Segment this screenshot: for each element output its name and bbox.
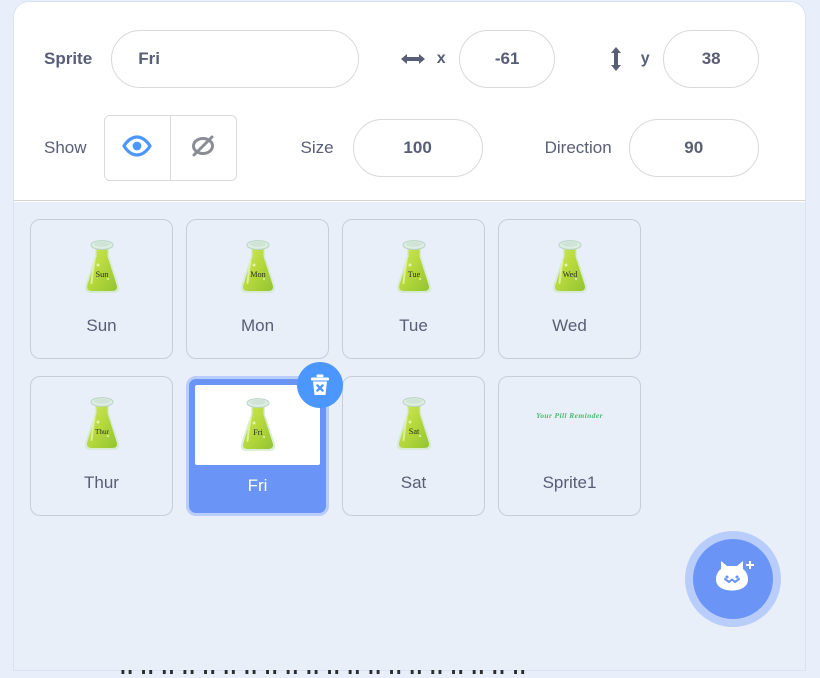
sprite-selector: Sun Sun Mon Mon (14, 202, 805, 670)
sprite-thumbnail: Sat (343, 377, 484, 470)
sprite-tile-thur[interactable]: Thur Thur (30, 376, 173, 516)
x-coordinate-value: -61 (495, 49, 520, 69)
show-hidden-button[interactable] (170, 116, 236, 180)
sprite-name-label: Sprite (44, 49, 92, 69)
svg-text:Mon: Mon (250, 270, 265, 279)
direction-value: 90 (684, 138, 703, 158)
green-bottle-icon: Mon (230, 234, 286, 300)
sprite-grid: Sun Sun Mon Mon (30, 219, 789, 516)
sprite-tile-fri[interactable]: Fri Fri (186, 376, 329, 516)
cut-off-text: n n n n n n n n n n n n n n n n n n n n (120, 670, 526, 678)
green-bottle-icon: Wed (542, 234, 598, 300)
sprite-info-row-position: Sprite Fri x -61 (14, 30, 805, 88)
sprite-name-value: Fri (138, 49, 160, 69)
green-bottle-icon: Tue (386, 234, 442, 300)
eye-closed-icon (188, 134, 218, 163)
show-label: Show (44, 138, 87, 158)
cat-plus-icon (709, 555, 757, 604)
green-bottle-icon: Thur (74, 391, 130, 457)
sprite-tile-mon[interactable]: Mon Mon (186, 219, 329, 359)
show-visible-button[interactable] (105, 116, 170, 180)
sprite-thumbnail: Sun (31, 220, 172, 313)
sprite-thumbnail: Thur (31, 377, 172, 470)
eye-open-icon (122, 135, 152, 162)
svg-text:Thur: Thur (95, 428, 110, 436)
cut-off-bottom-text: n n n n n n n n n n n n n n n n n n n n (0, 670, 820, 678)
text-sprite-content: Your Pill Reminder (536, 411, 603, 420)
green-bottle-icon: Sat (386, 391, 442, 457)
svg-text:Sat: Sat (408, 427, 419, 436)
sprite-tile-sun[interactable]: Sun Sun (30, 219, 173, 359)
sprite-tile-label: Sprite1 (543, 474, 597, 491)
sprite-tile-label: Thur (84, 474, 119, 491)
sprite-tile-sat[interactable]: Sat Sat (342, 376, 485, 516)
svg-text:Wed: Wed (562, 270, 577, 279)
sprite-thumbnail: Tue (343, 220, 484, 313)
y-axis-label: y (638, 50, 652, 68)
sprite-tile-sprite1[interactable]: Your Pill Reminder Sprite1 (498, 376, 641, 516)
trash-delete-icon (307, 372, 333, 398)
size-label: Size (301, 138, 334, 158)
x-axis-label: x (434, 50, 448, 68)
vertical-arrows-icon (603, 46, 629, 72)
sprite-tile-label: Mon (241, 317, 274, 334)
svg-text:Fri: Fri (253, 428, 263, 437)
sprite-pane: Sprite Fri x -61 (13, 1, 806, 671)
add-sprite-button[interactable] (685, 531, 781, 627)
sprite-info-row-appearance: Show (14, 115, 805, 181)
sprite-tile-label: Wed (552, 317, 587, 334)
green-bottle-icon: Fri (230, 392, 286, 458)
horizontal-arrows-icon (400, 46, 426, 72)
delete-sprite-badge[interactable] (297, 362, 343, 408)
direction-label: Direction (545, 138, 612, 158)
sprite-thumbnail: Wed (499, 220, 640, 313)
sprite-tile-wed[interactable]: Wed Wed (498, 219, 641, 359)
green-bottle-icon: Sun (74, 234, 130, 300)
y-coordinate-value: 38 (702, 49, 721, 69)
svg-text:Tue: Tue (407, 270, 420, 279)
sprite-tile-tue[interactable]: Tue Tue (342, 219, 485, 359)
show-toggle-group (104, 115, 237, 181)
svg-text:Sun: Sun (95, 270, 108, 279)
sprite-thumbnail: Mon (187, 220, 328, 313)
sprite-tile-label: Tue (399, 317, 428, 334)
add-sprite-button-inner (693, 539, 773, 619)
sprite-tile-label: Sat (401, 474, 427, 491)
sprite-tile-label: Fri (248, 477, 268, 494)
x-coordinate-input[interactable]: -61 (459, 30, 555, 88)
sprite-tile-label: Sun (86, 317, 116, 334)
size-value: 100 (403, 138, 431, 158)
y-coordinate-input[interactable]: 38 (663, 30, 759, 88)
sprite-info-header: Sprite Fri x -61 (14, 2, 805, 201)
direction-input[interactable]: 90 (629, 119, 759, 177)
sprite-name-input[interactable]: Fri (111, 30, 359, 88)
sprite-panel-root: Sprite Fri x -61 (0, 0, 820, 678)
sprite-thumbnail: Your Pill Reminder (499, 377, 640, 470)
size-input[interactable]: 100 (353, 119, 483, 177)
